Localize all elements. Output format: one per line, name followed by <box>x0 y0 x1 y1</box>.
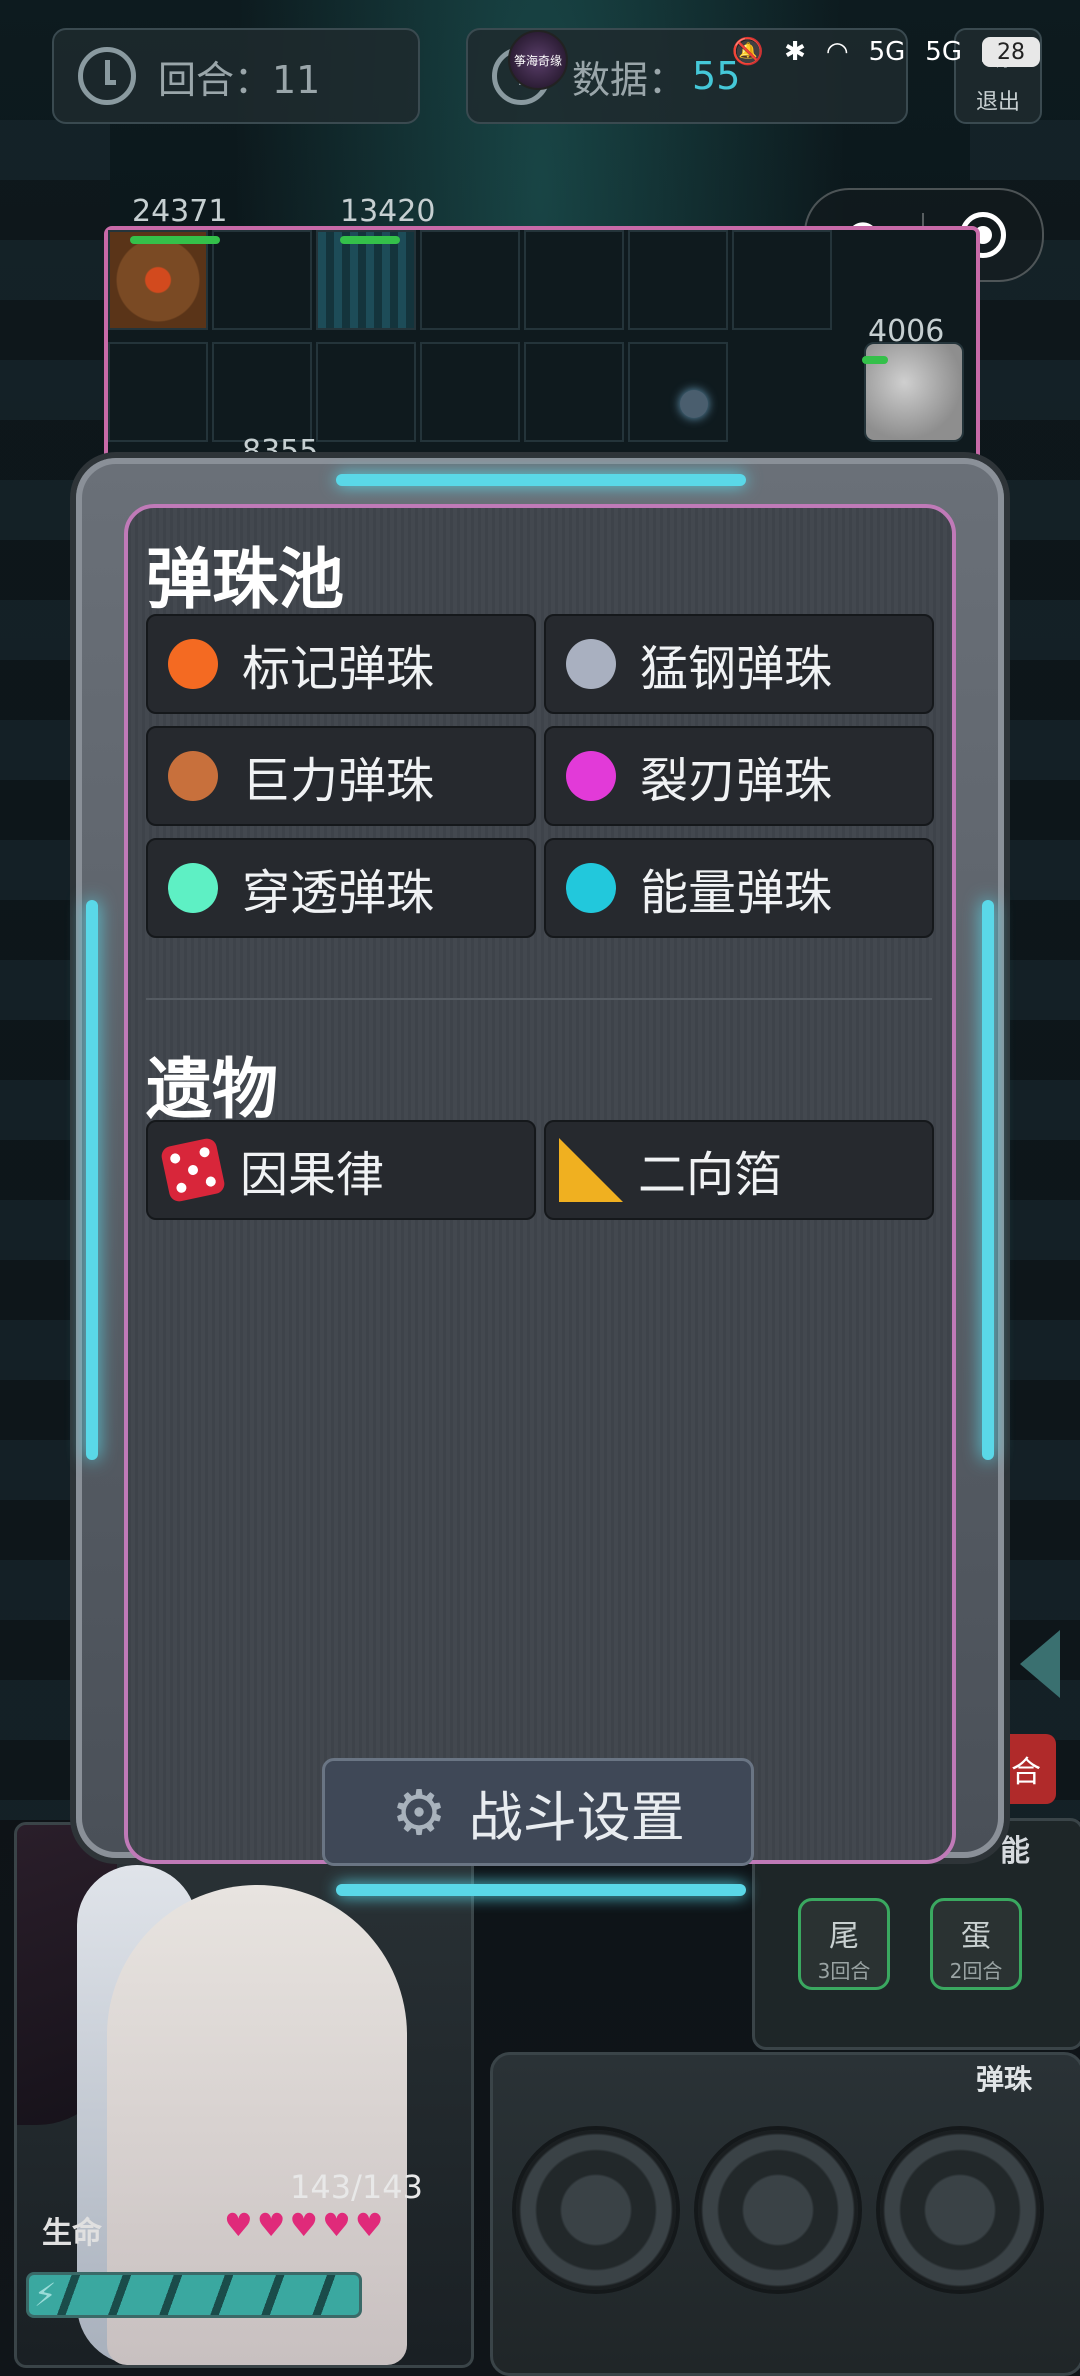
marble-label: 穿透弹珠 <box>242 865 435 921</box>
heart-icon: ♥ <box>256 2206 286 2244</box>
marble-item[interactable]: 能量弹珠 <box>544 838 934 938</box>
hero-hearts: ♥ ♥ ♥ ♥ ♥ <box>224 2206 383 2244</box>
turn-counter: 回合：11 <box>52 28 420 124</box>
lightning-icon: ⚡ <box>34 2276 57 2314</box>
relic-label: 二向箔 <box>638 1147 783 1203</box>
signal-icon-2: 5G <box>925 37 962 67</box>
clock-icon <box>78 47 136 105</box>
block-hp-bar <box>340 236 400 244</box>
side-arrow-icon[interactable] <box>1020 1630 1060 1698</box>
skill-panel-title: 能 <box>1000 1834 1030 1869</box>
status-bar: 🔕 ✱ ◠ 5G 5G 28 <box>500 22 1040 82</box>
battle-settings-label: 战斗设置 <box>468 1785 685 1849</box>
game-board <box>104 226 980 484</box>
frame-glow-top <box>336 474 746 486</box>
marble-color-dot <box>168 751 218 801</box>
marble-item[interactable]: 巨力弹珠 <box>146 726 536 826</box>
marble-label: 巨力弹珠 <box>242 753 435 809</box>
dice-icon <box>159 1136 227 1204</box>
marble-label: 猛钢弹珠 <box>640 641 833 697</box>
relic-item[interactable]: 因果律 <box>146 1120 536 1220</box>
marble-pool-grid: 标记弹珠 猛钢弹珠 巨力弹珠 裂刃弹珠 穿透弹珠 能量弹珠 <box>146 614 934 938</box>
marble-color-dot <box>566 863 616 913</box>
energy-bar <box>26 2272 362 2318</box>
exit-label: 退出 <box>975 90 1020 115</box>
board-cell <box>108 342 208 442</box>
gear-icon: ⚙ <box>391 1775 447 1849</box>
block-hp-label: 4006 <box>868 314 945 349</box>
marble-label: 标记弹珠 <box>242 641 435 697</box>
marble-slot[interactable] <box>698 2130 858 2290</box>
skill-name: 蛋 <box>961 1919 991 1954</box>
marble-color-dot <box>566 639 616 689</box>
marble-pool-title: 弹珠池 <box>146 541 344 618</box>
marble-item[interactable]: 标记弹珠 <box>146 614 536 714</box>
block-hp-bar <box>862 356 888 364</box>
triangle-ruler-icon <box>558 1137 624 1203</box>
marble-color-dot <box>168 639 218 689</box>
skill-name: 尾 <box>829 1919 859 1954</box>
marble-ball <box>680 390 708 418</box>
skill-button[interactable]: 蛋 2回合 <box>930 1898 1022 1990</box>
board-cell <box>212 230 312 330</box>
marble-item[interactable]: 穿透弹珠 <box>146 838 536 938</box>
marble-slot[interactable] <box>516 2130 676 2290</box>
red-action-button[interactable]: 合 <box>996 1734 1056 1804</box>
hero-hp: 143/143 <box>290 2168 423 2206</box>
skill-cooldown: 2回合 <box>949 1959 1003 1983</box>
heart-icon: ♥ <box>322 2206 351 2244</box>
board-cell <box>628 342 728 442</box>
marble-label: 裂刃弹珠 <box>640 753 833 809</box>
brick-block <box>108 230 208 330</box>
mute-icon: 🔕 <box>731 37 765 67</box>
bluetooth-icon: ✱ <box>784 37 806 67</box>
turn-label: 回合：11 <box>158 57 321 102</box>
heart-icon: ♥ <box>289 2206 319 2244</box>
circuit-block <box>316 230 416 330</box>
marble-color-dot <box>168 863 218 913</box>
block-hp-bar <box>130 236 220 244</box>
signal-icon-1: 5G <box>868 37 906 67</box>
heart-icon: ♥ <box>354 2206 384 2244</box>
marble-color-dot <box>566 751 616 801</box>
marble-item[interactable]: 猛钢弹珠 <box>544 614 934 714</box>
marble-panel-title: 弹珠 <box>976 2063 1033 2096</box>
board-cell <box>316 342 416 442</box>
board-cell <box>212 342 312 442</box>
relic-grid: 因果律 二向箔 <box>146 1120 934 1220</box>
section-divider <box>146 998 932 1000</box>
heart-icon: ♥ <box>224 2206 253 2244</box>
life-label: 生命 <box>42 2216 102 2251</box>
frame-glow-left <box>86 900 98 1460</box>
board-cell <box>524 342 624 442</box>
block-hp-label: 13420 <box>340 194 436 229</box>
board-cell <box>732 230 832 330</box>
marble-label: 能量弹珠 <box>640 865 833 921</box>
battle-settings-button[interactable]: ⚙ 战斗设置 <box>322 1758 754 1866</box>
board-cell <box>420 342 520 442</box>
battery-icon: 28 <box>982 37 1040 67</box>
wifi-icon: ◠ <box>825 37 849 67</box>
frame-glow-right <box>982 900 994 1460</box>
relic-label: 因果律 <box>240 1147 385 1203</box>
skill-button[interactable]: 尾 3回合 <box>798 1898 890 1990</box>
block-hp-label: 24371 <box>132 194 228 229</box>
relic-item[interactable]: 二向箔 <box>544 1120 934 1220</box>
board-cell <box>628 230 728 330</box>
relic-title: 遗物 <box>146 1051 278 1128</box>
frame-glow-bottom <box>336 1884 746 1896</box>
board-cell <box>420 230 520 330</box>
skill-cooldown: 3回合 <box>817 1959 871 1983</box>
marble-slot[interactable] <box>880 2130 1040 2290</box>
marble-item[interactable]: 裂刃弹珠 <box>544 726 934 826</box>
board-cell <box>524 230 624 330</box>
